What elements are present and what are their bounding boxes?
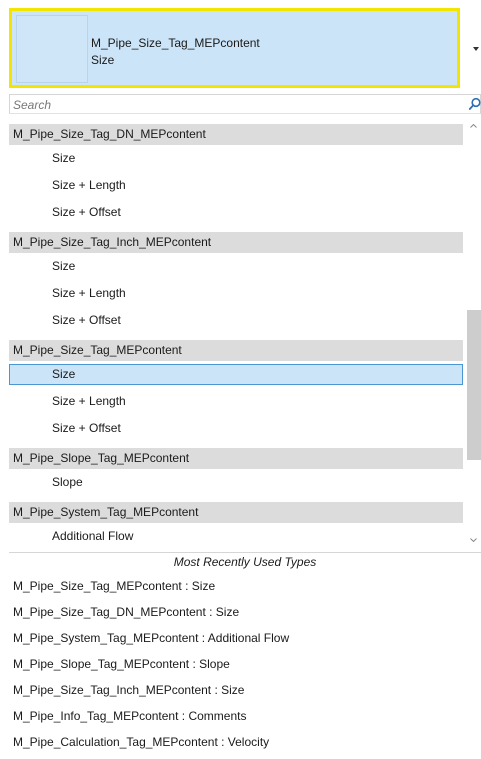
type-list-item[interactable]: Slope xyxy=(9,472,463,493)
type-list-item[interactable]: Size xyxy=(9,364,463,385)
type-list-item[interactable]: Additional Flow xyxy=(9,526,463,547)
type-preview-thumbnail xyxy=(16,15,88,83)
mru-item[interactable]: M_Pipe_Calculation_Tag_MEPcontent : Velo… xyxy=(13,729,269,755)
type-list-item[interactable]: Size + Offset xyxy=(9,310,463,331)
mru-item[interactable]: M_Pipe_Slope_Tag_MEPcontent : Slope xyxy=(13,651,230,677)
family-group-header: M_Pipe_Size_Tag_DN_MEPcontent xyxy=(9,124,463,145)
family-group-header: M_Pipe_System_Tag_MEPcontent xyxy=(9,502,463,523)
scroll-up-arrow-icon[interactable] xyxy=(470,124,477,128)
mru-item[interactable]: M_Pipe_Size_Tag_DN_MEPcontent : Size xyxy=(13,599,239,625)
selected-type-name: Size xyxy=(91,53,115,67)
mru-item[interactable]: M_Pipe_Size_Tag_MEPcontent : Size xyxy=(13,573,215,599)
search-box xyxy=(9,94,481,114)
search-icon[interactable] xyxy=(468,97,481,111)
type-selector-area: M_Pipe_Size_Tag_MEPcontent Size xyxy=(0,0,481,94)
dropdown-arrow-icon[interactable] xyxy=(473,47,479,51)
mru-item[interactable]: M_Pipe_Info_Tag_MEPcontent : Comments xyxy=(13,703,246,729)
type-list-scrollbar[interactable] xyxy=(465,114,481,551)
selected-family-name: M_Pipe_Size_Tag_MEPcontent xyxy=(91,36,260,50)
family-group-header: M_Pipe_Slope_Tag_MEPcontent xyxy=(9,448,463,469)
search-input[interactable] xyxy=(13,97,453,112)
scrollbar-thumb[interactable] xyxy=(467,310,481,460)
mru-section-title: Most Recently Used Types xyxy=(9,552,481,572)
type-list-item[interactable]: Size xyxy=(9,148,463,169)
mru-item[interactable]: M_Pipe_Size_Tag_Inch_MEPcontent : Size xyxy=(13,677,244,703)
mru-list: M_Pipe_Size_Tag_MEPcontent : Size M_Pipe_… xyxy=(9,573,481,759)
scroll-down-arrow-icon[interactable] xyxy=(470,538,477,542)
mru-item[interactable]: M_Pipe_System_Tag_MEPcontent : Additiona… xyxy=(13,625,289,651)
type-list: M_Pipe_Size_Tag_DN_MEPcontent Size Size + … xyxy=(9,124,463,550)
type-list-item[interactable]: Size + Length xyxy=(9,175,463,196)
type-list-item[interactable]: Size + Offset xyxy=(9,202,463,223)
family-group-header: M_Pipe_Size_Tag_MEPcontent xyxy=(9,340,463,361)
type-list-item[interactable]: Size + Length xyxy=(9,283,463,304)
type-list-item[interactable]: Size xyxy=(9,256,463,277)
family-group-header: M_Pipe_Size_Tag_Inch_MEPcontent xyxy=(9,232,463,253)
type-selector-header[interactable]: M_Pipe_Size_Tag_MEPcontent Size xyxy=(9,8,460,88)
type-list-item[interactable]: Size + Length xyxy=(9,391,463,412)
type-list-item[interactable]: Size + Offset xyxy=(9,418,463,439)
